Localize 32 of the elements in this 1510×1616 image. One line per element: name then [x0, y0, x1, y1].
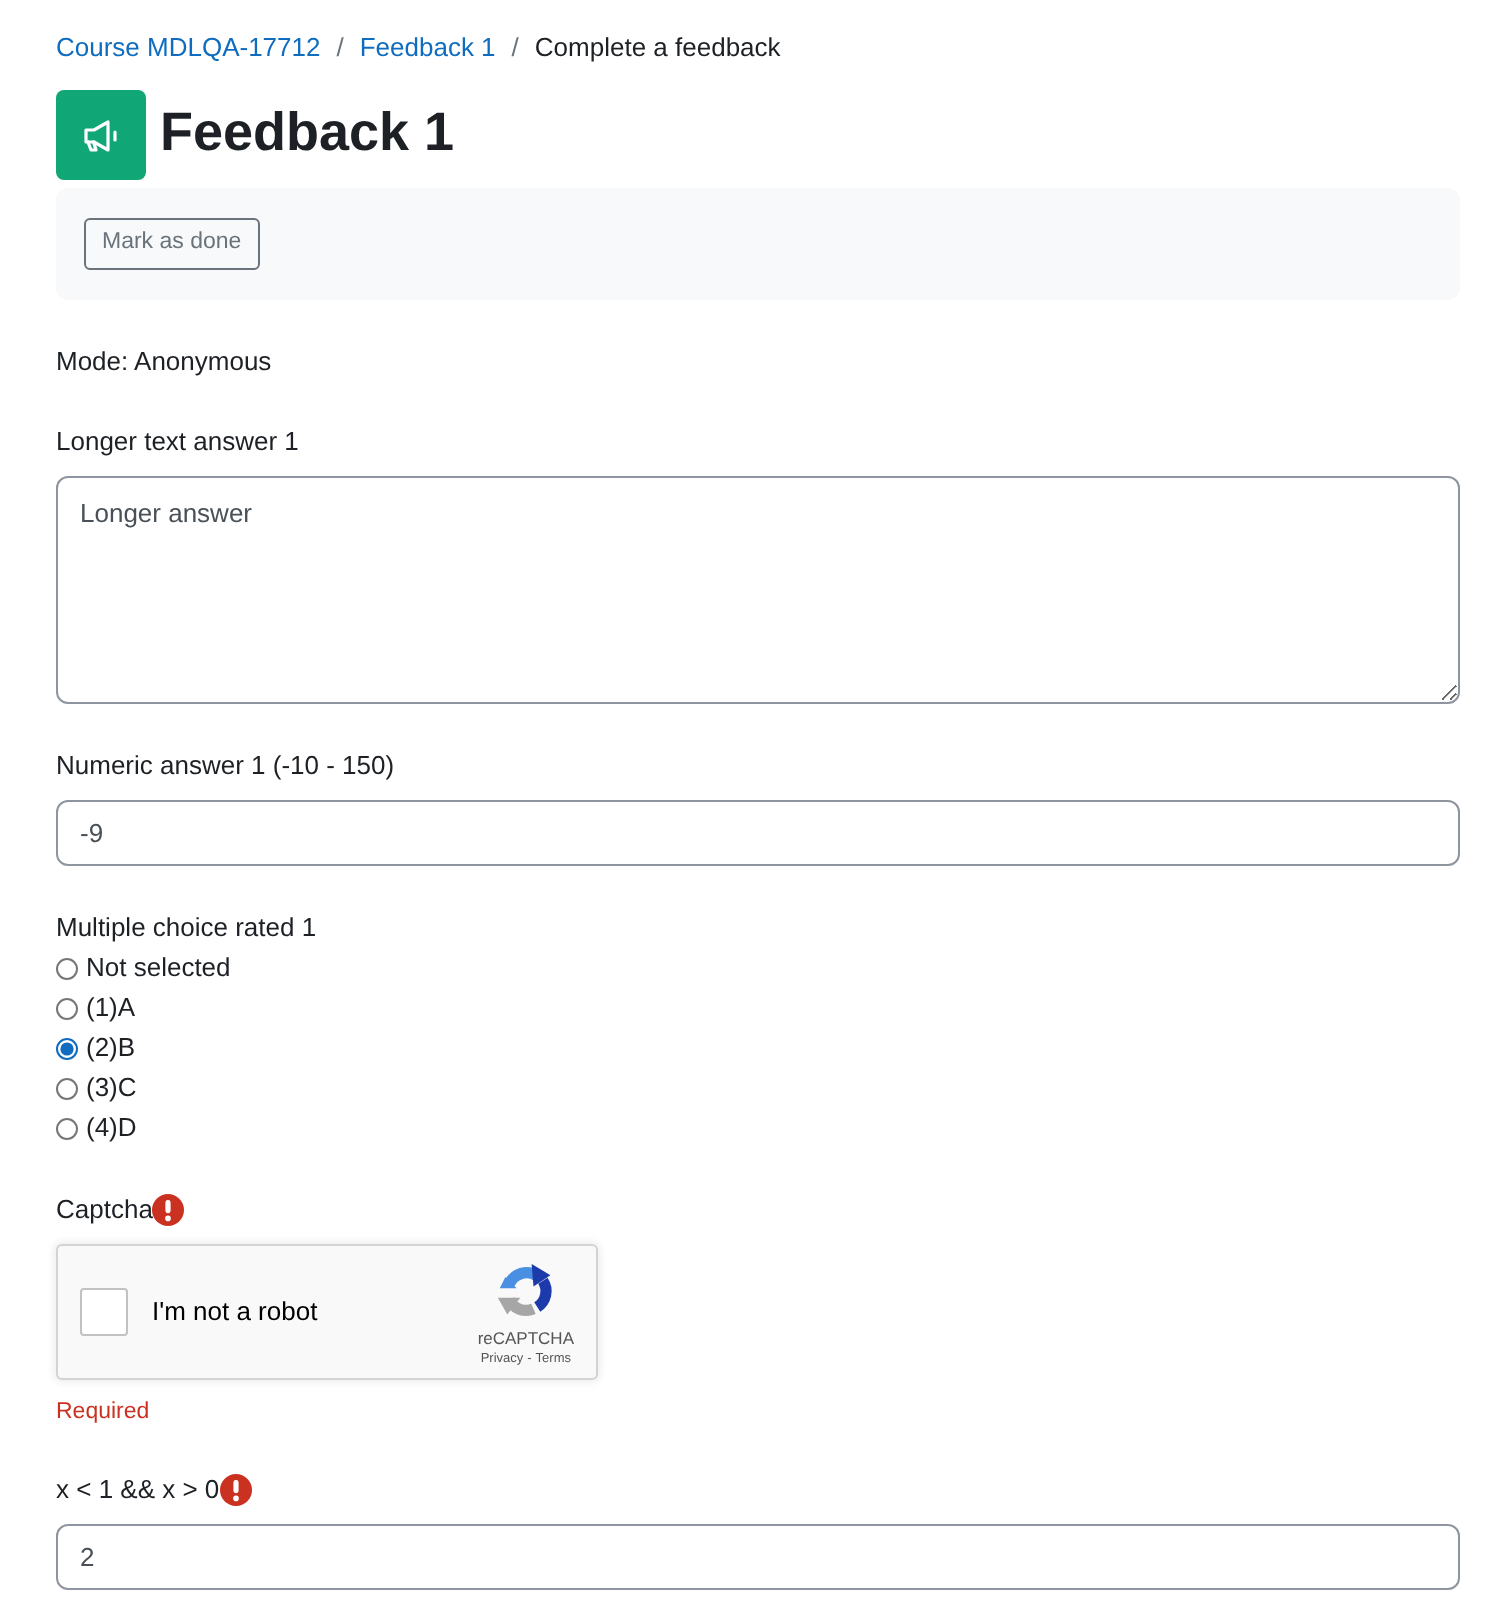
radio-label[interactable]: (4)D [86, 1112, 137, 1144]
radio-label[interactable]: (2)B [86, 1032, 136, 1064]
breadcrumb-link[interactable]: Feedback 1 [359, 32, 496, 64]
checkbox[interactable] [80, 1288, 128, 1336]
radio-label[interactable]: (1)A [86, 992, 136, 1024]
input-field[interactable]: 2 [56, 1524, 1460, 1590]
radio-button[interactable] [56, 1077, 78, 1099]
radio-button[interactable] [56, 1037, 78, 1059]
question-label: Captcha [56, 1194, 153, 1226]
mark-as-done-button[interactable]: Mark as done [84, 218, 260, 270]
question-label: x < 1 && x > 0 [56, 1474, 220, 1506]
input-field[interactable]: -9 [56, 800, 1460, 866]
checkbox-label[interactable]: I'm not a robot [152, 1292, 318, 1332]
breadcrumb-current: Complete a feedback [534, 32, 781, 64]
captcha-brand: reCAPTCHA [477, 1328, 574, 1348]
breadcrumb-separator: / [334, 32, 346, 64]
breadcrumb-separator: / [509, 32, 521, 64]
radio-button[interactable] [56, 957, 78, 979]
megaphone-icon [56, 90, 146, 180]
text-area[interactable]: Longer answer [56, 476, 1460, 704]
circular-arrows-icon [495, 1262, 556, 1322]
radio-label[interactable]: (3)C [86, 1072, 137, 1104]
breadcrumb-link[interactable]: Course MDLQA-17712 [56, 32, 321, 64]
question-label: Multiple choice rated 1 [56, 912, 317, 944]
radio-button[interactable] [56, 997, 78, 1019]
radio-label[interactable]: Not selected [86, 952, 231, 984]
question-label: Numeric answer 1 (-10 - 150) [56, 750, 395, 782]
page-title: Feedback 1 [160, 100, 455, 164]
mode-text: Mode: Anonymous [56, 346, 272, 378]
radio-button[interactable] [56, 1117, 78, 1139]
question-label: Longer text answer 1 [56, 426, 299, 458]
error-message: Required [56, 1398, 150, 1428]
